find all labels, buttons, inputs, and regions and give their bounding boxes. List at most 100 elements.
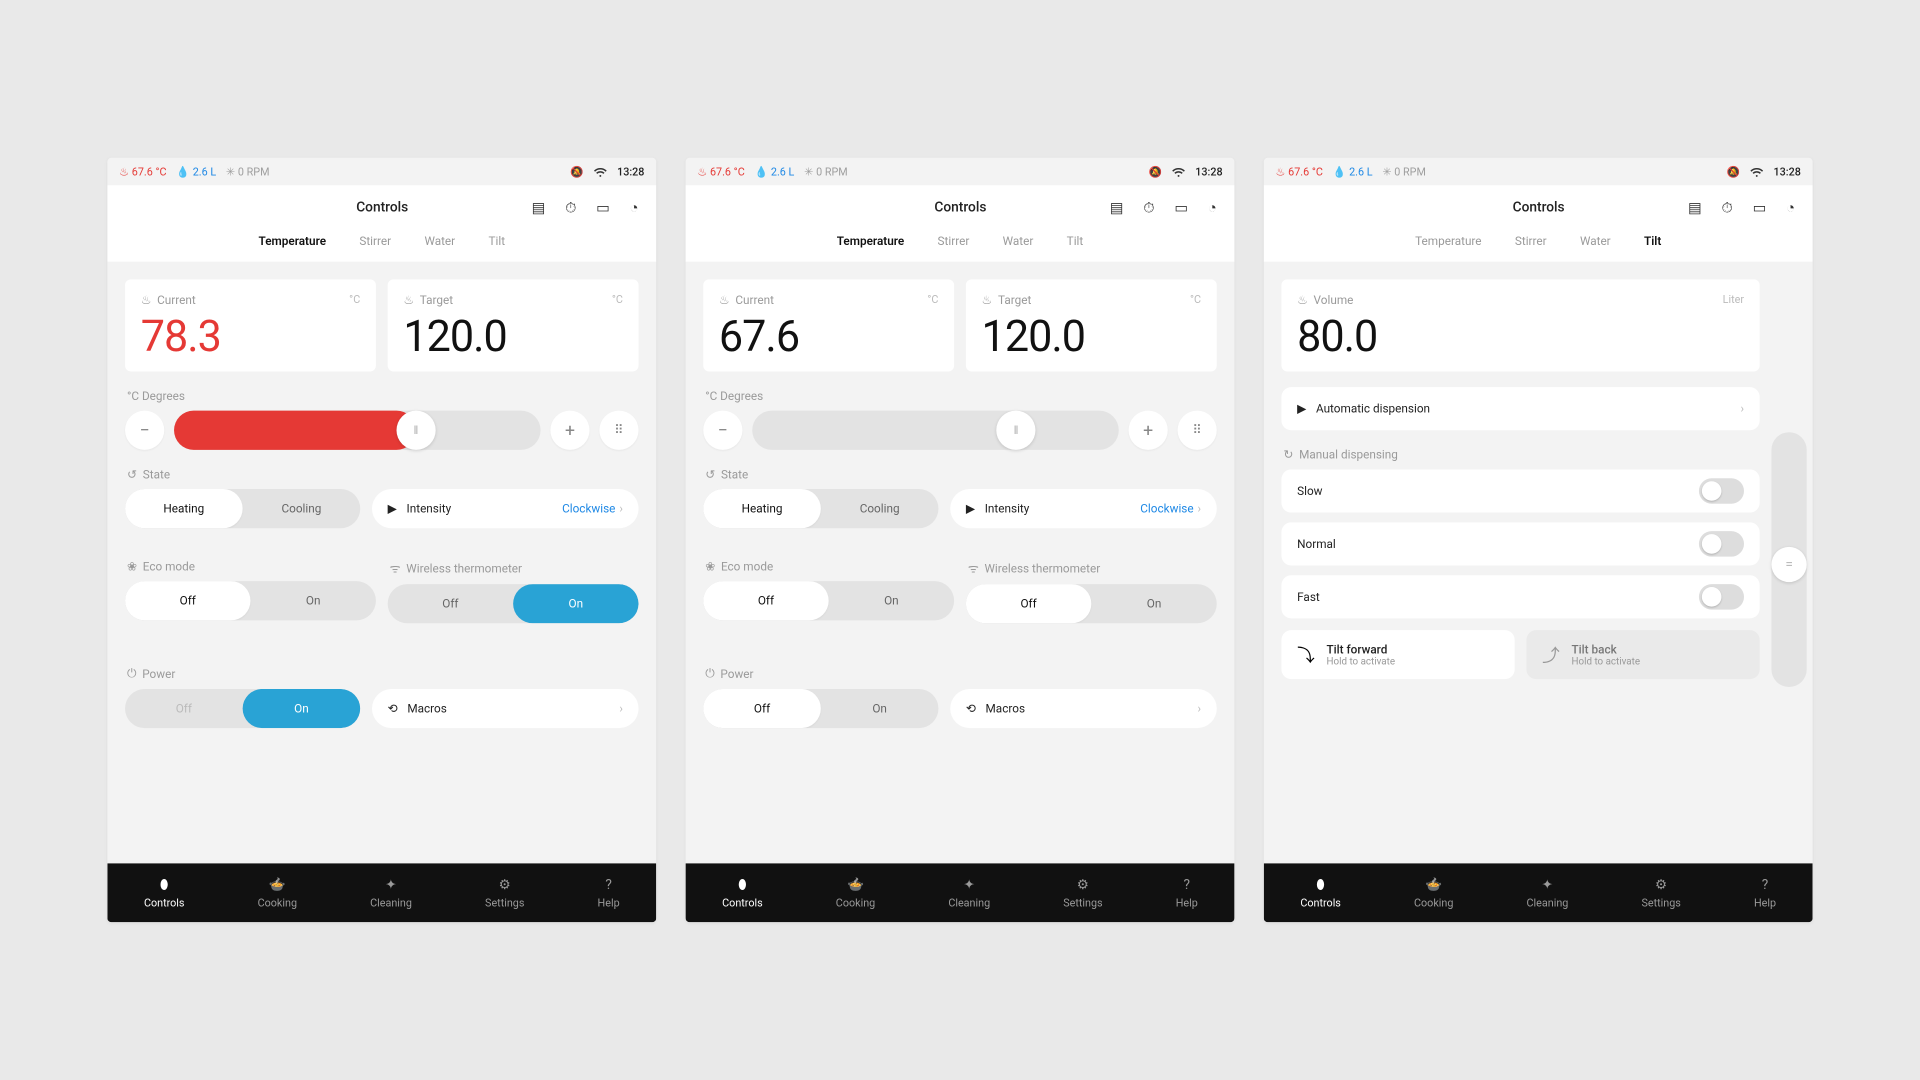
recipe-icon[interactable]: ▤ <box>1110 199 1124 217</box>
tab-stirrer[interactable]: Stirrer <box>1515 234 1547 248</box>
keypad-button[interactable]: ⠿ <box>1178 411 1217 450</box>
recipe-icon[interactable]: ▤ <box>532 199 546 217</box>
slider-thumb[interactable]: ‖ <box>997 411 1036 450</box>
eco-on[interactable]: On <box>829 581 954 620</box>
tab-water[interactable]: Water <box>1580 234 1611 248</box>
nav-settings[interactable]: ⚙Settings <box>1063 877 1102 909</box>
speed-fast-row[interactable]: Fast <box>1281 575 1759 618</box>
nav-help[interactable]: ?Help <box>1176 877 1198 909</box>
macros-button[interactable]: ⟲ Macros › <box>950 689 1217 728</box>
degrees-slider[interactable]: ‖ <box>752 411 1119 450</box>
power-on[interactable]: On <box>243 689 361 728</box>
state-segmented[interactable]: Heating Cooling <box>125 489 360 528</box>
recipe-icon[interactable]: ▤ <box>1688 199 1702 217</box>
vslider-thumb[interactable]: = <box>1771 547 1806 582</box>
tab-water[interactable]: Water <box>424 234 455 248</box>
nav-cleaning[interactable]: ✦Cleaning <box>370 877 412 909</box>
tab-tilt[interactable]: Tilt <box>1067 234 1084 248</box>
macros-button[interactable]: ⟲ Macros › <box>372 689 639 728</box>
speed-normal-row[interactable]: Normal <box>1281 522 1759 565</box>
timer-icon[interactable]: ⏱ <box>1143 199 1154 217</box>
power-segmented[interactable]: Off On <box>703 689 938 728</box>
nav-cooking[interactable]: 🍲Cooking <box>836 877 875 909</box>
nav-help[interactable]: ?Help <box>598 877 620 909</box>
tilt-vertical-slider[interactable]: = <box>1771 432 1806 687</box>
header: Controls ▤ ⏱ ▭ ◔ Temperature Stirrer Wat… <box>686 185 1235 261</box>
eco-segmented[interactable]: Off On <box>703 581 954 620</box>
power-on[interactable]: On <box>821 689 939 728</box>
state-heating[interactable]: Heating <box>703 489 821 528</box>
status-rpm: ✳0 RPM <box>804 165 848 178</box>
bell-icon[interactable]: ◔ <box>630 199 639 217</box>
target-temp-card[interactable]: ♨Target °C 120.0 <box>388 279 639 371</box>
nav-controls[interactable]: ⬮Controls <box>722 877 763 909</box>
auto-dispense-button[interactable]: ▶Automatic dispension › <box>1281 387 1759 430</box>
state-segmented[interactable]: Heating Cooling <box>703 489 938 528</box>
wireless-segmented[interactable]: Off On <box>388 584 639 623</box>
intensity-button[interactable]: ▶ Intensity Clockwise› <box>372 489 639 528</box>
power-segmented[interactable]: Off On <box>125 689 360 728</box>
plus-button[interactable]: + <box>1129 411 1168 450</box>
current-temp-card: ♨Current °C 67.6 <box>703 279 954 371</box>
bell-icon[interactable]: ◔ <box>1786 199 1795 217</box>
tab-temperature[interactable]: Temperature <box>837 234 904 248</box>
drop-icon: 💧 <box>176 165 189 178</box>
eco-on[interactable]: On <box>250 581 375 620</box>
page-title: Controls <box>811 200 1110 216</box>
timer-icon[interactable]: ⏱ <box>1722 199 1733 217</box>
wireless-off[interactable]: Off <box>388 584 513 623</box>
nav-cooking[interactable]: 🍲Cooking <box>258 877 297 909</box>
nav-settings[interactable]: ⚙Settings <box>1641 877 1680 909</box>
tab-tilt[interactable]: Tilt <box>488 234 505 248</box>
wireless-on[interactable]: On <box>1091 584 1216 623</box>
nav-controls[interactable]: ⬮Controls <box>144 877 185 909</box>
slider-thumb[interactable]: ‖ <box>396 411 435 450</box>
nav-settings[interactable]: ⚙Settings <box>485 877 524 909</box>
tab-temperature[interactable]: Temperature <box>259 234 326 248</box>
nav-cooking[interactable]: 🍲Cooking <box>1414 877 1453 909</box>
power-off[interactable]: Off <box>125 689 243 728</box>
tab-stirrer[interactable]: Stirrer <box>938 234 970 248</box>
speed-fast-toggle[interactable] <box>1699 584 1744 609</box>
speed-normal-toggle[interactable] <box>1699 531 1744 556</box>
tab-water[interactable]: Water <box>1003 234 1034 248</box>
power-off[interactable]: Off <box>703 689 821 728</box>
tilt-back-button[interactable]: ⤴ Tilt back Hold to activate <box>1526 630 1759 679</box>
wireless-off[interactable]: Off <box>966 584 1091 623</box>
speed-slow-row[interactable]: Slow <box>1281 469 1759 512</box>
minus-button[interactable]: − <box>125 411 164 450</box>
nav-controls[interactable]: ⬮Controls <box>1300 877 1341 909</box>
nav-cleaning[interactable]: ✦Cleaning <box>1527 877 1569 909</box>
tab-temperature[interactable]: Temperature <box>1415 234 1481 248</box>
eco-off[interactable]: Off <box>125 581 250 620</box>
chef-icon: 🍲 <box>1425 877 1442 893</box>
tilt-forward-button[interactable]: ⤵ Tilt forward Hold to activate <box>1281 630 1514 679</box>
eco-off[interactable]: Off <box>703 581 828 620</box>
timer-icon[interactable]: ⏱ <box>565 199 576 217</box>
display-icon[interactable]: ▭ <box>1753 199 1767 217</box>
tab-stirrer[interactable]: Stirrer <box>359 234 391 248</box>
display-icon[interactable]: ▭ <box>596 199 610 217</box>
state-cooling[interactable]: Cooling <box>243 489 361 528</box>
wireless-on[interactable]: On <box>513 584 638 623</box>
keypad-button[interactable]: ⠿ <box>599 411 638 450</box>
target-temp-card[interactable]: ♨Target °C 120.0 <box>966 279 1217 371</box>
current-temp-card: ♨Current °C 78.3 <box>125 279 376 371</box>
state-heating[interactable]: Heating <box>125 489 243 528</box>
nav-cleaning[interactable]: ✦Cleaning <box>948 877 990 909</box>
plus-button[interactable]: + <box>550 411 589 450</box>
degrees-slider[interactable]: ‖ <box>174 411 541 450</box>
intensity-button[interactable]: ▶ Intensity Clockwise› <box>950 489 1217 528</box>
speed-slow-toggle[interactable] <box>1699 478 1744 503</box>
eco-segmented[interactable]: Off On <box>125 581 376 620</box>
spray-icon: ✦ <box>385 877 396 893</box>
minus-button[interactable]: − <box>703 411 742 450</box>
tab-tilt[interactable]: Tilt <box>1644 234 1661 248</box>
state-cooling[interactable]: Cooling <box>821 489 939 528</box>
volume-card[interactable]: ♨Volume Liter 80.0 <box>1281 279 1759 371</box>
degrees-label: °C Degrees <box>127 389 639 403</box>
wireless-segmented[interactable]: Off On <box>966 584 1217 623</box>
display-icon[interactable]: ▭ <box>1174 199 1188 217</box>
nav-help[interactable]: ?Help <box>1754 877 1776 909</box>
bell-icon[interactable]: ◔ <box>1208 199 1217 217</box>
